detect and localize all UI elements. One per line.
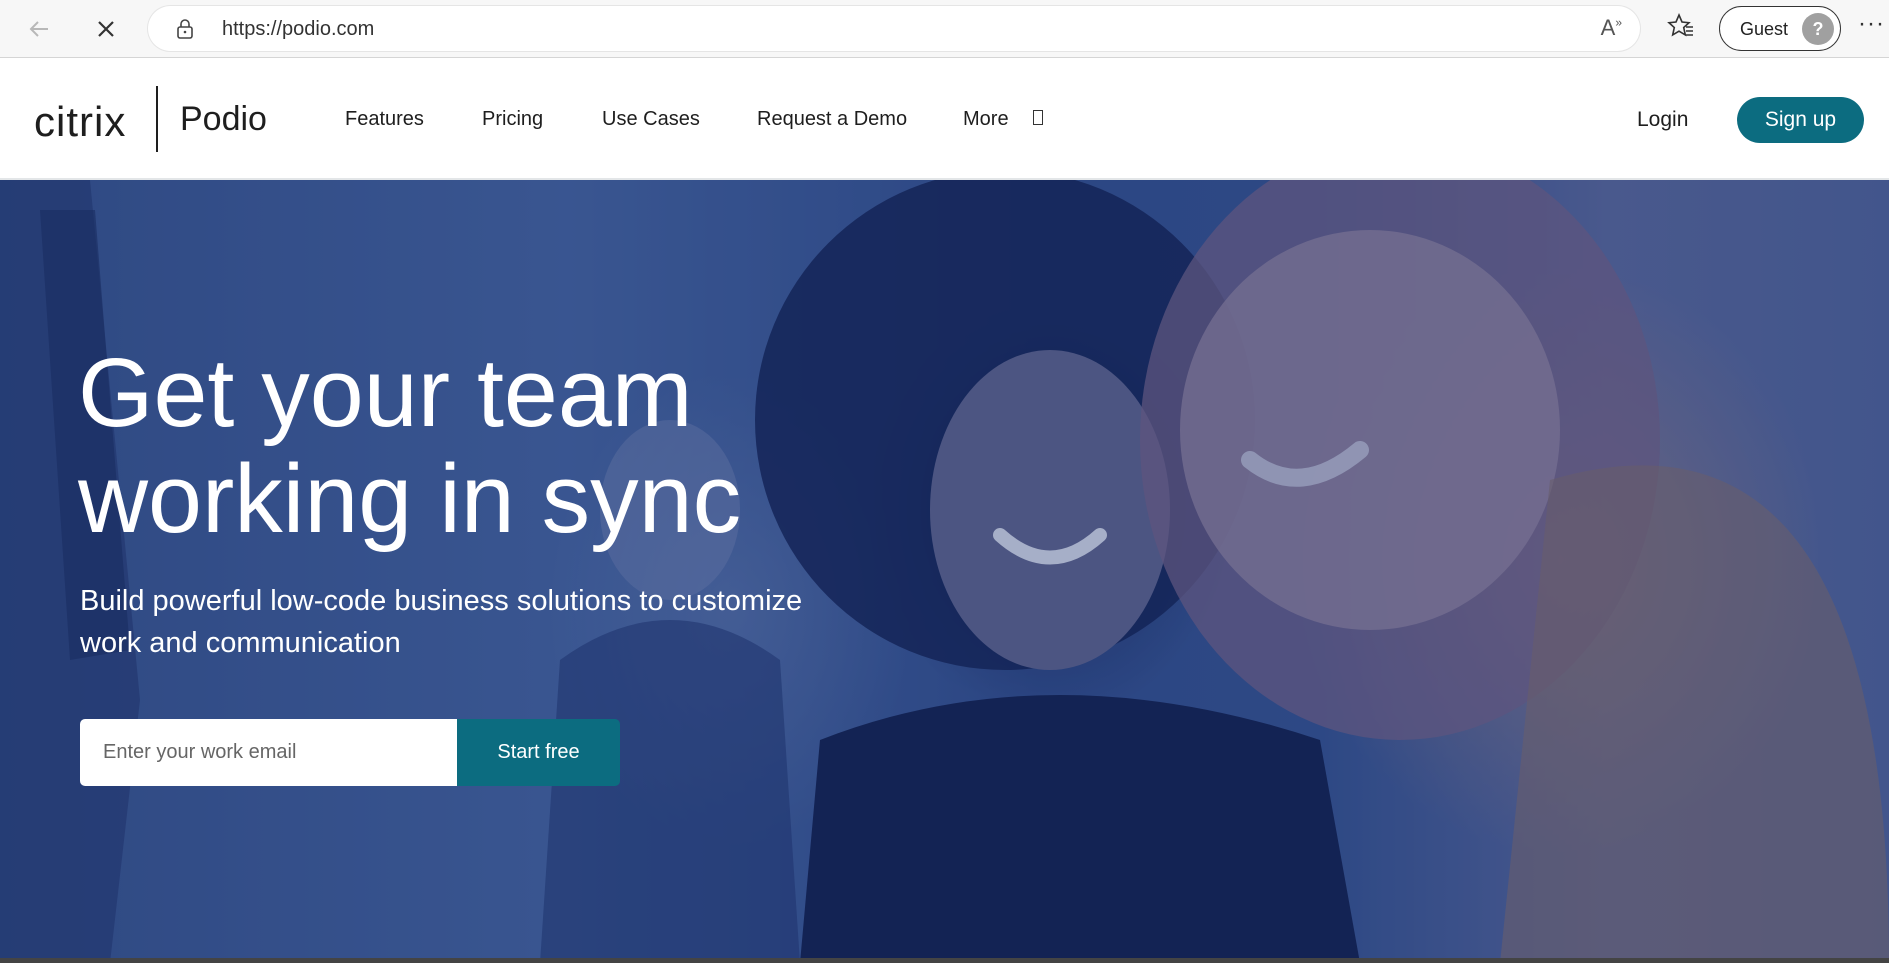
nav-request-demo[interactable]: Request a Demo (757, 108, 907, 131)
stop-icon (98, 21, 114, 37)
hero-title: Get your team working in sync (78, 340, 978, 552)
signup-button[interactable]: Sign up (1737, 97, 1864, 143)
address-bar[interactable]: https://podio.com A» (148, 6, 1640, 51)
chevron-down-icon[interactable] (1033, 110, 1043, 125)
back-icon (29, 21, 48, 37)
favorites-icon[interactable] (1666, 12, 1696, 42)
more-icon[interactable]: ··· (1858, 12, 1885, 36)
profile-icon: ? (1802, 13, 1834, 45)
start-free-button[interactable]: Start free (457, 719, 620, 786)
hero-title-line: working in sync (78, 444, 742, 553)
nav-pricing[interactable]: Pricing (482, 108, 543, 131)
hero-subtitle: Build powerful low-code business solutio… (80, 580, 880, 664)
logo-divider (156, 86, 158, 152)
browser-toolbar: https://podio.com A» Guest ? ··· (0, 0, 1889, 58)
back-button[interactable] (20, 10, 58, 48)
url-text[interactable]: https://podio.com (222, 18, 374, 41)
email-field[interactable] (80, 719, 457, 786)
profile-button[interactable]: Guest ? (1719, 6, 1841, 51)
nav-features[interactable]: Features (345, 108, 424, 131)
profile-label: Guest (1740, 19, 1789, 39)
hero-subtitle-line: Build powerful low-code business solutio… (80, 585, 803, 617)
read-aloud-icon[interactable]: A» (1601, 15, 1622, 41)
hero-subtitle-line: work and communication (80, 627, 401, 659)
podio-logo[interactable]: Podio (180, 100, 267, 139)
login-link[interactable]: Login (1637, 108, 1688, 132)
bottom-edge (0, 958, 1889, 963)
hero-title-line: Get your team (78, 338, 693, 447)
stop-loading-button[interactable] (87, 10, 125, 48)
hero-section: Get your team working in sync Build powe… (0, 180, 1889, 963)
hero-overlay (0, 180, 1889, 963)
site-header: citrix Podio Features Pricing Use Cases … (0, 58, 1889, 180)
nav-use-cases[interactable]: Use Cases (602, 108, 700, 131)
citrix-logo[interactable]: citrix (34, 98, 126, 146)
nav-more[interactable]: More (963, 108, 1009, 131)
lock-icon[interactable] (176, 19, 194, 39)
